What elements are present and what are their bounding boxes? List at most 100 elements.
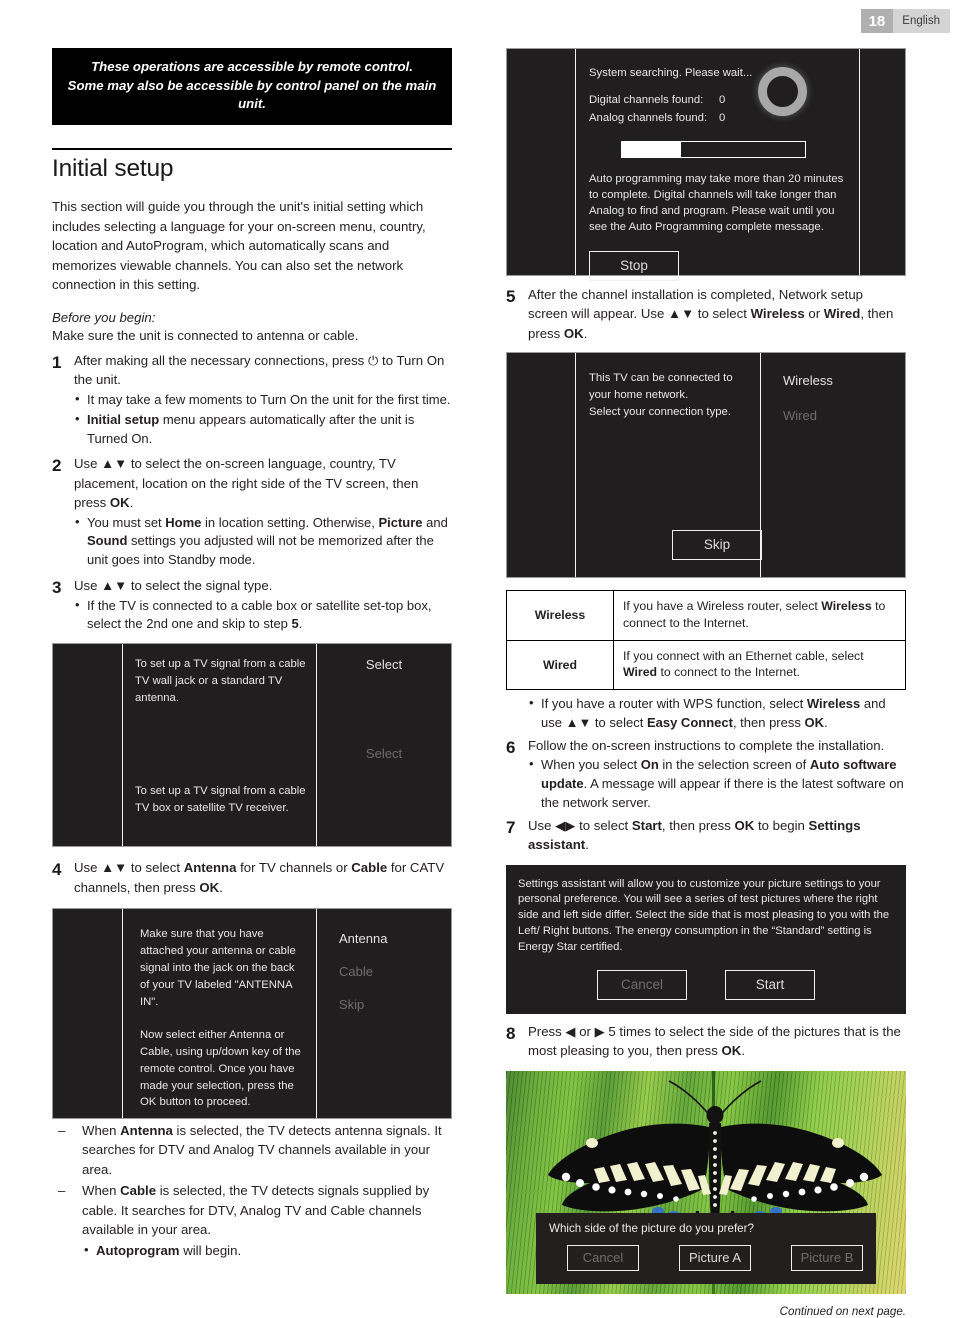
digital-channels-row: Digital channels found: 0 <box>589 91 849 109</box>
step-1-bullet-1: It may take a few moments to Turn On the… <box>74 390 452 410</box>
step-8-body: Press ◀ or ▶ 5 times to select the side … <box>528 1024 901 1059</box>
antenna-cable-screenshot: Make sure that you have attached your an… <box>52 908 452 1119</box>
step-2: 2 Use ▲▼ to select the on-screen languag… <box>52 454 452 570</box>
right-arrow-icon: ▶ <box>594 1024 605 1040</box>
network-option-wired[interactable]: Wired <box>783 407 905 426</box>
digital-channels-label: Digital channels found: <box>589 93 704 106</box>
left-column: These operations are accessible by remot… <box>52 0 452 1261</box>
analog-channels-value: 0 <box>719 112 726 125</box>
banner-line-1: These operations are accessible by remot… <box>91 59 413 74</box>
table-desc-wired: If you connect with an Ethernet cable, s… <box>613 639 906 691</box>
step-2-bullet-1: You must set Home in location setting. O… <box>74 513 452 571</box>
continued-note: Continued on next page. <box>779 1304 906 1318</box>
updown-arrows-icon: ▲▼ <box>565 714 592 730</box>
step-8-number: 8 <box>506 1024 516 1044</box>
step-1-text-a: After making all the necessary connectio… <box>74 353 368 368</box>
assistant-cancel-button[interactable]: Cancel <box>597 970 687 1001</box>
note-autoprogram: Autoprogram will begin. <box>82 1240 452 1260</box>
antenna-cable-notes: When Antenna is selected, the TV detects… <box>52 1121 452 1261</box>
step-4-number: 4 <box>52 860 62 880</box>
table-desc-wireless: If you have a Wireless router, select Wi… <box>613 590 906 641</box>
step-3-bullets: If the TV is connected to a cable box or… <box>74 596 452 635</box>
table-key-wireless: Wireless <box>506 590 614 641</box>
step-8: 8 Press ◀ or ▶ 5 times to select the sid… <box>506 1022 906 1061</box>
signal-type-description-pane: To set up a TV signal from a cable TV wa… <box>123 644 316 846</box>
searching-main-pane: System searching. Please wait... Digital… <box>576 49 859 281</box>
test-picture-screenshot: Which side of the picture do you prefer?… <box>506 1070 906 1294</box>
banner-line-2: Some may also be accessible by control p… <box>67 77 437 112</box>
step-6-bullet-1: When you select On in the selection scre… <box>528 755 906 813</box>
step-3-number: 3 <box>52 578 62 598</box>
network-line-1: This TV can be connected to <box>589 372 733 385</box>
step-3-body: Use ▲▼ to select the signal type. If the… <box>74 576 452 634</box>
antenna-option[interactable]: Antenna <box>339 930 451 949</box>
step-6-number: 6 <box>506 737 516 757</box>
updown-arrows-icon: ▲▼ <box>668 306 695 322</box>
step-1-number: 1 <box>52 353 62 372</box>
cable-option[interactable]: Cable <box>339 963 451 982</box>
stop-button[interactable]: Stop <box>589 250 679 281</box>
network-skip-button[interactable]: Skip <box>672 530 762 561</box>
picture-choice-dialog: Which side of the picture do you prefer?… <box>536 1212 876 1284</box>
step-3-bullet-1: If the TV is connected to a cable box or… <box>74 596 452 635</box>
intro-paragraph: This section will guide you through the … <box>52 199 426 293</box>
updown-arrows-icon: ▲▼ <box>101 578 128 594</box>
step-2-bullets: You must set Home in location setting. O… <box>74 513 452 571</box>
picture-cancel-button[interactable]: Cancel <box>567 1244 639 1271</box>
digital-channels-value: 0 <box>719 93 726 106</box>
page-title: Initial setup <box>52 155 174 183</box>
table-key-wired: Wired <box>506 639 614 691</box>
step-2-number: 2 <box>52 456 62 476</box>
right-column: System searching. Please wait... Digital… <box>506 0 906 1318</box>
step-1-bullet-2: Initial setup menu appears automatically… <box>74 410 452 449</box>
signal-type-option-2[interactable]: Select <box>317 745 451 764</box>
step-5-body: After the channel installation is comple… <box>528 287 894 341</box>
step-2-body: Use ▲▼ to select the on-screen language,… <box>74 454 452 570</box>
skip-option[interactable]: Skip <box>339 996 451 1015</box>
leftright-arrows-icon: ◀▶ <box>555 817 576 833</box>
left-arrow-icon: ◀ <box>565 1024 576 1040</box>
signal-type-options-pane: Select Select <box>316 644 451 847</box>
antenna-cable-para-1: Make sure that you have attached your an… <box>140 928 296 1008</box>
updown-arrows-icon: ▲▼ <box>101 860 128 876</box>
picture-b-button[interactable]: Picture B <box>791 1244 863 1271</box>
network-line-3: Select your connection type. <box>589 406 731 419</box>
signal-type-row2-text: To set up a TV signal from a cable TV bo… <box>135 785 306 814</box>
network-option-wireless[interactable]: Wireless <box>783 372 905 391</box>
loading-spinner-icon <box>758 67 807 116</box>
antenna-cable-left-pane <box>53 909 123 1118</box>
step-5-number: 5 <box>506 287 516 306</box>
network-options-table: Wireless If you have a Wireless router, … <box>506 590 906 691</box>
settings-assistant-screenshot: Settings assistant will allow you to cus… <box>506 864 906 1015</box>
step-1-body: After making all the necessary connectio… <box>74 351 452 448</box>
wps-note: If you have a router with WPS function, … <box>506 694 906 733</box>
before-you-begin-text: Make sure the unit is connected to anten… <box>52 327 359 343</box>
scan-progress-fill <box>622 141 681 157</box>
step-4: 4 Use ▲▼ to select Antenna for TV channe… <box>52 858 452 897</box>
analog-channels-label: Analog channels found: <box>589 112 708 125</box>
step-1: 1 After making all the necessary connect… <box>52 351 452 448</box>
note-cable: When Cable is selected, the TV detects s… <box>52 1181 452 1261</box>
assistant-start-button[interactable]: Start <box>725 970 815 1001</box>
searching-note: Auto programming may take more than 20 m… <box>589 172 844 233</box>
picture-choice-buttons: Cancel Picture A Picture B <box>549 1244 863 1271</box>
searching-title: System searching. Please wait... <box>589 67 753 79</box>
network-options-pane: Wireless Wired <box>760 353 905 578</box>
step-3: 3 Use ▲▼ to select the signal type. If t… <box>52 576 452 634</box>
ok-key: OK <box>109 495 130 511</box>
signal-type-row1-text: To set up a TV signal from a cable TV wa… <box>135 658 306 705</box>
searching-right-pane <box>859 49 905 275</box>
updown-arrows-icon: ▲▼ <box>101 456 128 472</box>
signal-type-left-pane <box>53 644 123 847</box>
step-7: 7 Use ◀▶ to select Start, then press OK … <box>506 816 906 855</box>
network-description-pane: This TV can be connected to your home ne… <box>576 353 762 577</box>
settings-assistant-text: Settings assistant will allow you to cus… <box>518 877 890 954</box>
wps-bullet: If you have a router with WPS function, … <box>528 694 906 733</box>
step-1-bullets: It may take a few moments to Turn On the… <box>74 390 452 449</box>
signal-type-option-1[interactable]: Select <box>317 656 451 675</box>
searching-counters: Digital channels found: 0 Analog channel… <box>589 91 849 128</box>
initial-setup-term: Initial setup <box>87 411 160 427</box>
picture-choice-question: Which side of the picture do you prefer? <box>549 1221 754 1235</box>
step-4-body: Use ▲▼ to select Antenna for TV channels… <box>74 860 445 895</box>
picture-a-button[interactable]: Picture A <box>679 1244 751 1271</box>
